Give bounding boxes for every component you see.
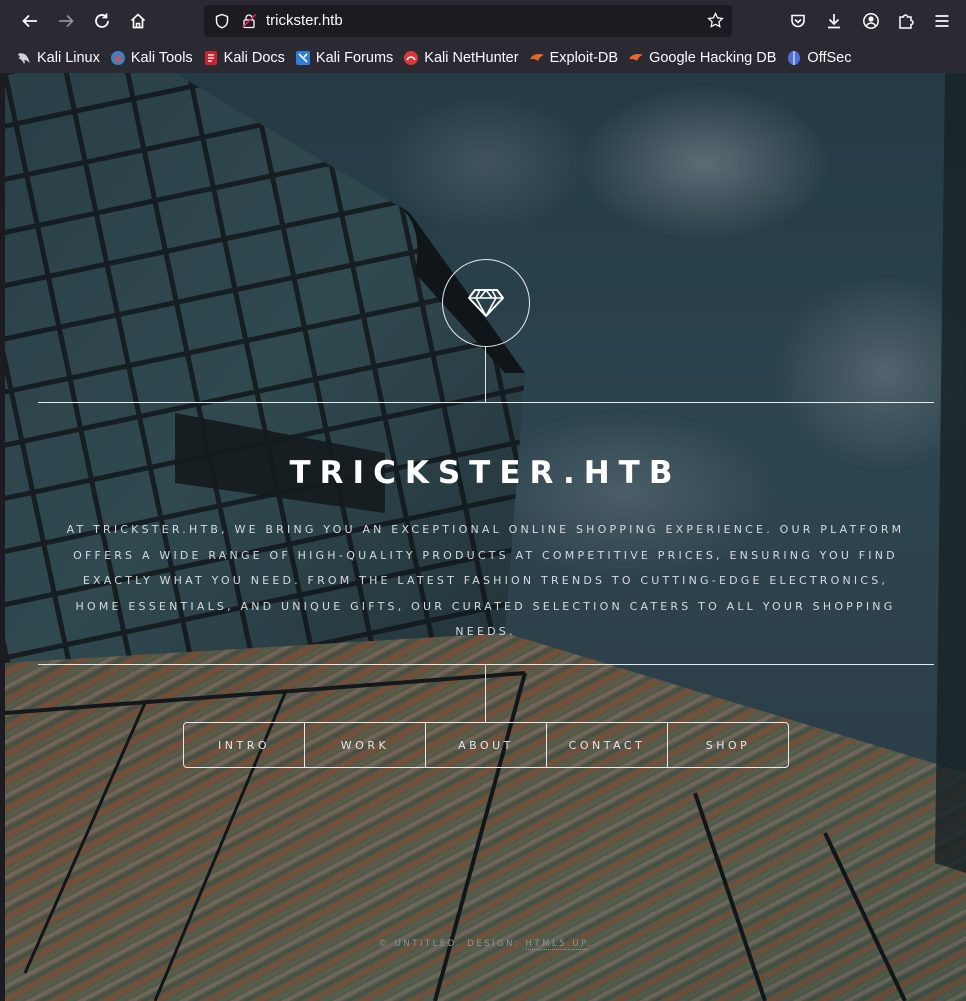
nav-shop[interactable]: SHOP bbox=[668, 723, 788, 767]
offsec-icon bbox=[788, 50, 801, 65]
bookmark-kali-docs[interactable]: Kali Docs bbox=[203, 50, 285, 66]
account-button[interactable] bbox=[859, 9, 883, 33]
account-icon bbox=[863, 13, 879, 29]
tracking-shield-icon[interactable] bbox=[214, 13, 230, 29]
bookmark-label: Kali NetHunter bbox=[424, 49, 519, 66]
site-footer: © UNTITLED. DESIGN: HTML5 UP. bbox=[5, 939, 966, 950]
puzzle-icon bbox=[899, 14, 914, 29]
nav-contact[interactable]: CONTACT bbox=[547, 723, 668, 767]
footer-html5up-link[interactable]: HTML5 UP bbox=[525, 939, 588, 950]
bookmark-google-hacking-db[interactable]: Google Hacking DB bbox=[628, 50, 776, 66]
site-title: TRICKSTER.HTB bbox=[289, 455, 682, 491]
bookmark-kali-tools[interactable]: Kali Tools bbox=[110, 50, 193, 66]
bookmark-label: OffSec bbox=[807, 49, 852, 66]
browser-chrome: trickster.htb Kali Linux Kali Tools Kali… bbox=[0, 0, 966, 73]
download-icon bbox=[828, 14, 840, 29]
forward-button[interactable] bbox=[54, 9, 78, 33]
extensions-button[interactable] bbox=[894, 9, 918, 33]
kali-forums-icon bbox=[295, 50, 310, 65]
nethunter-icon bbox=[404, 50, 419, 65]
footer-prefix: © UNTITLED. DESIGN: bbox=[378, 939, 526, 949]
arrow-right-icon bbox=[59, 14, 74, 28]
home-button[interactable] bbox=[126, 9, 150, 33]
nav-work[interactable]: WORK bbox=[305, 723, 426, 767]
address-bar[interactable]: trickster.htb bbox=[204, 5, 732, 37]
site-logo bbox=[442, 259, 530, 347]
insecure-lock-icon[interactable] bbox=[241, 13, 257, 29]
bookmark-label: Kali Forums bbox=[315, 49, 394, 66]
downloads-button[interactable] bbox=[822, 9, 846, 33]
website-viewport: TRICKSTER.HTB AT TRICKSTER.HTB, WE BRING… bbox=[5, 73, 966, 1001]
pocket-button[interactable] bbox=[786, 9, 810, 33]
kali-dragon-icon bbox=[18, 52, 30, 64]
nav-about[interactable]: ABOUT bbox=[426, 723, 547, 767]
diamond-icon bbox=[468, 289, 504, 317]
divider-top bbox=[38, 402, 934, 403]
kali-tools-icon bbox=[110, 50, 125, 65]
bookmark-label: Exploit-DB bbox=[549, 49, 619, 66]
main-nav: INTRO WORK ABOUT CONTACT SHOP bbox=[183, 722, 789, 768]
bookmark-label: Google Hacking DB bbox=[649, 49, 777, 66]
bookmark-label: Kali Docs bbox=[223, 49, 285, 66]
bookmark-label: Kali Linux bbox=[37, 49, 100, 66]
divider-bottom bbox=[38, 664, 934, 665]
arrow-left-icon bbox=[22, 14, 37, 28]
footer-suffix: . bbox=[587, 939, 593, 949]
kali-docs-icon bbox=[204, 50, 217, 65]
bookmark-star-icon[interactable] bbox=[707, 12, 724, 29]
browser-toolbar: trickster.htb bbox=[0, 0, 966, 42]
bookmark-offsec[interactable]: OffSec bbox=[786, 50, 851, 66]
bookmark-label: Kali Tools bbox=[130, 49, 193, 66]
bookmarks-toolbar: Kali Linux Kali Tools Kali Docs Kali For… bbox=[0, 42, 966, 73]
url-text[interactable]: trickster.htb bbox=[266, 12, 343, 29]
reload-button[interactable] bbox=[90, 9, 114, 33]
home-icon bbox=[130, 13, 146, 29]
connector-line bbox=[485, 347, 486, 402]
ghdb-icon bbox=[629, 53, 644, 61]
bookmark-kali-nethunter[interactable]: Kali NetHunter bbox=[403, 49, 519, 66]
site-description: AT TRICKSTER.HTB, WE BRING YOU AN EXCEPT… bbox=[66, 523, 905, 638]
bookmark-kali-forums[interactable]: Kali Forums bbox=[295, 50, 393, 66]
menu-button[interactable] bbox=[930, 9, 954, 33]
bookmark-kali-linux[interactable]: Kali Linux bbox=[16, 50, 100, 66]
exploit-db-icon bbox=[529, 53, 544, 61]
hamburger-menu-icon bbox=[935, 15, 949, 27]
reload-icon bbox=[95, 13, 109, 28]
pocket-icon bbox=[791, 14, 805, 28]
bookmark-exploit-db[interactable]: Exploit-DB bbox=[529, 49, 619, 66]
connector-line bbox=[485, 665, 486, 722]
nav-intro[interactable]: INTRO bbox=[184, 723, 305, 767]
back-button[interactable] bbox=[18, 9, 42, 33]
